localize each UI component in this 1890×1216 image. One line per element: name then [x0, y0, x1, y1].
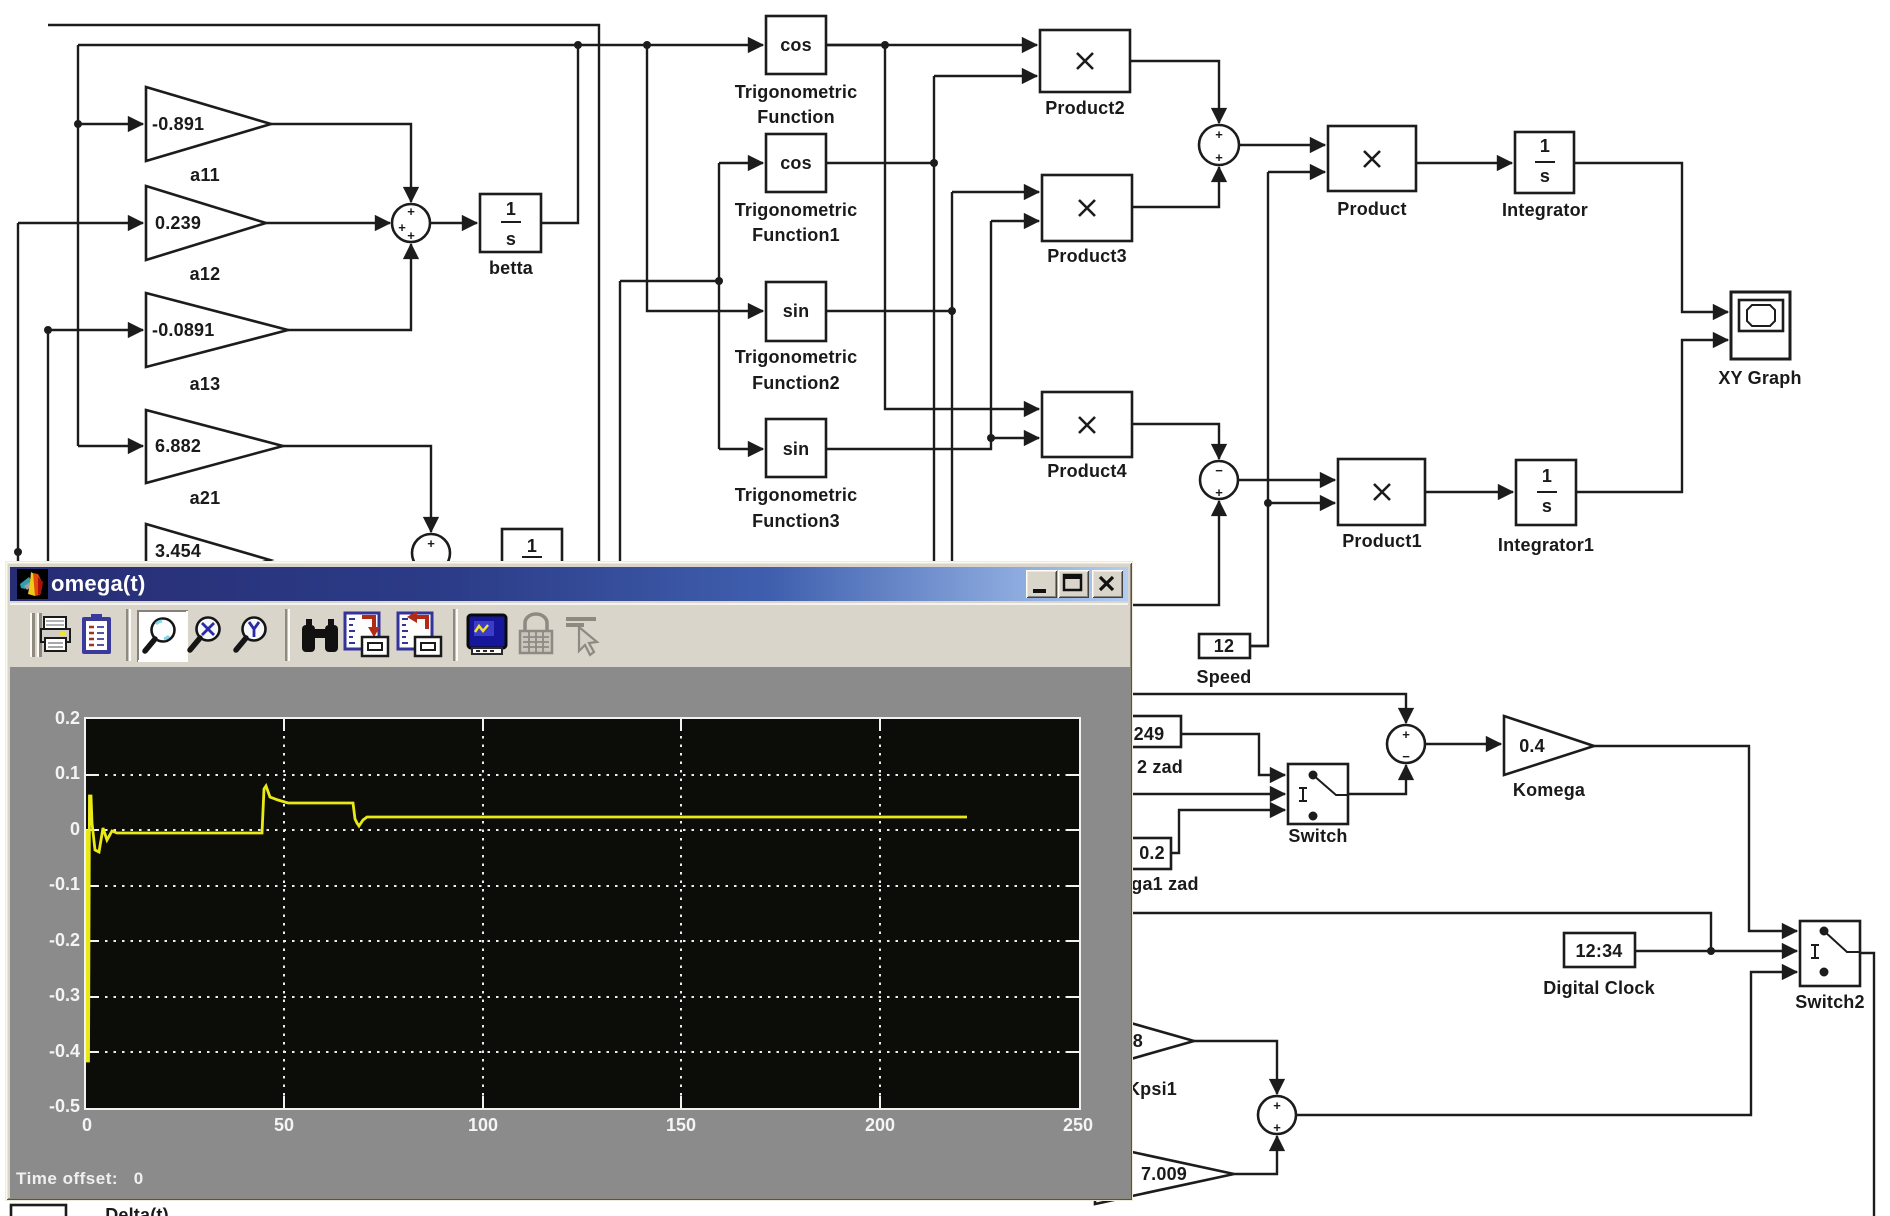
svg-text:Delta(t): Delta(t)	[105, 1205, 169, 1216]
svg-text:+: +	[427, 536, 435, 551]
svg-text:−: −	[1215, 463, 1223, 478]
svg-text:ga1 zad: ga1 zad	[1131, 874, 1198, 894]
svg-text:+: +	[1215, 150, 1223, 165]
svg-text:249: 249	[1134, 724, 1165, 744]
svg-text:a13: a13	[190, 374, 221, 394]
svg-text:0.4: 0.4	[1519, 736, 1545, 756]
svg-text:Product3: Product3	[1047, 246, 1127, 266]
svg-text:a12: a12	[190, 264, 221, 284]
svg-text:1: 1	[1540, 136, 1550, 156]
svg-text:0.2: 0.2	[1139, 843, 1165, 863]
svg-text:+: +	[407, 204, 415, 219]
svg-text:Trigonometric: Trigonometric	[735, 200, 858, 220]
svg-text:6.882: 6.882	[155, 436, 201, 456]
svg-text:+: +	[1273, 1120, 1281, 1135]
svg-text:Switch2: Switch2	[1795, 992, 1864, 1012]
svg-text:+: +	[1215, 127, 1223, 142]
svg-text:Integrator: Integrator	[1502, 200, 1588, 220]
svg-text:Speed: Speed	[1196, 667, 1251, 687]
svg-text:s: s	[1540, 166, 1550, 186]
svg-text:a11: a11	[190, 165, 220, 185]
svg-text:1: 1	[506, 199, 516, 219]
svg-text:Trigonometric: Trigonometric	[735, 347, 858, 367]
svg-text:+: +	[398, 220, 406, 235]
svg-text:Product4: Product4	[1047, 461, 1127, 481]
svg-text:12: 12	[1214, 636, 1234, 656]
svg-text:Product2: Product2	[1045, 98, 1125, 118]
svg-text:Trigonometric: Trigonometric	[735, 82, 858, 102]
svg-text:12:34: 12:34	[1575, 941, 1622, 961]
svg-text:7.009: 7.009	[1141, 1164, 1187, 1184]
svg-text:+: +	[1215, 485, 1223, 500]
svg-text:Function: Function	[757, 107, 835, 127]
svg-text:Product1: Product1	[1342, 531, 1422, 551]
svg-text:cos: cos	[780, 153, 812, 173]
svg-text:-0.891: -0.891	[152, 114, 204, 134]
svg-text:Function2: Function2	[752, 373, 840, 393]
svg-text:sin: sin	[783, 301, 810, 321]
svg-text:0.239: 0.239	[155, 213, 201, 233]
svg-text:+: +	[1402, 727, 1410, 742]
svg-text:cos: cos	[780, 35, 812, 55]
svg-text:Integrator1: Integrator1	[1498, 535, 1594, 555]
svg-text:2 zad: 2 zad	[1137, 757, 1183, 777]
svg-text:+: +	[1273, 1098, 1281, 1113]
svg-text:XY Graph: XY Graph	[1718, 368, 1801, 388]
svg-text:3.454: 3.454	[155, 541, 201, 561]
svg-text:Function1: Function1	[752, 225, 840, 245]
svg-text:Kpsi1: Kpsi1	[1127, 1079, 1177, 1099]
svg-text:Switch: Switch	[1288, 826, 1347, 846]
svg-text:betta: betta	[489, 258, 534, 278]
svg-text:sin: sin	[783, 439, 810, 459]
svg-text:+: +	[407, 228, 415, 243]
svg-text:s: s	[506, 229, 516, 249]
svg-text:-0.0891: -0.0891	[152, 320, 214, 340]
svg-text:1: 1	[1542, 466, 1552, 486]
svg-text:Function3: Function3	[752, 511, 840, 531]
svg-text:Digital Clock: Digital Clock	[1543, 978, 1655, 998]
svg-text:s: s	[1542, 496, 1552, 516]
svg-text:a21: a21	[190, 488, 221, 508]
svg-text:−: −	[1402, 749, 1410, 764]
svg-text:Product: Product	[1337, 199, 1406, 219]
svg-text:Komega: Komega	[1513, 780, 1586, 800]
svg-text:Trigonometric: Trigonometric	[735, 485, 858, 505]
svg-text:1: 1	[527, 536, 537, 556]
